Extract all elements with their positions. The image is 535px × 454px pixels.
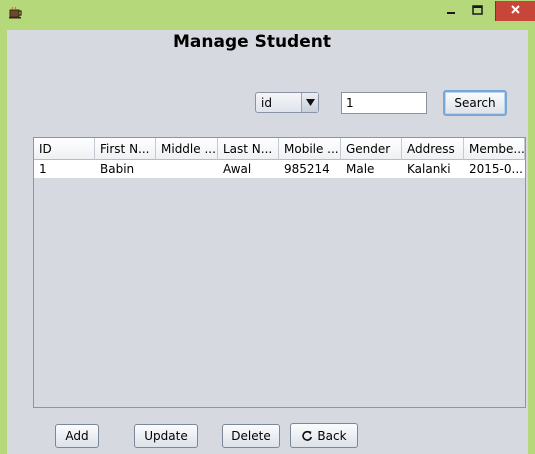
cell-last-name[interactable]: Awal xyxy=(218,160,279,178)
cell-middle-name[interactable] xyxy=(156,160,218,178)
manage-student-panel: Manage Student id Search ID First N... M… xyxy=(7,30,528,454)
column-header-membership[interactable]: Membe... xyxy=(464,138,525,160)
column-header-id[interactable]: ID xyxy=(34,138,95,160)
column-header-mobile[interactable]: Mobile ... xyxy=(279,138,341,160)
column-header-address[interactable]: Address xyxy=(402,138,464,160)
delete-button[interactable]: Delete xyxy=(222,424,280,448)
table-row[interactable]: 1 Babin Awal 985214 Male Kalanki 2015-0.… xyxy=(34,160,525,178)
close-button[interactable] xyxy=(495,1,535,21)
table-header: ID First N... Middle ... Last N... Mobil… xyxy=(34,138,525,160)
students-table[interactable]: ID First N... Middle ... Last N... Mobil… xyxy=(33,137,526,408)
window-title-bar[interactable] xyxy=(0,0,535,30)
chevron-down-icon[interactable] xyxy=(301,93,318,112)
table-body: 1 Babin Awal 985214 Male Kalanki 2015-0.… xyxy=(34,160,525,178)
coffee-cup-icon xyxy=(9,6,23,19)
page-title: Manage Student xyxy=(173,32,331,52)
search-field-select-value: id xyxy=(261,96,272,110)
search-button[interactable]: Search xyxy=(443,90,507,116)
maximize-button[interactable] xyxy=(464,1,490,21)
column-header-middle-name[interactable]: Middle ... xyxy=(156,138,218,160)
close-icon xyxy=(510,4,521,18)
maximize-icon xyxy=(471,4,483,18)
search-input[interactable] xyxy=(341,92,427,114)
back-button[interactable]: Back xyxy=(290,423,358,448)
cell-mobile[interactable]: 985214 xyxy=(279,160,341,178)
window-frame-left xyxy=(0,30,7,454)
column-header-last-name[interactable]: Last N... xyxy=(218,138,279,160)
add-button[interactable]: Add xyxy=(55,424,99,448)
cell-membership[interactable]: 2015-0... xyxy=(464,160,525,178)
back-button-label: Back xyxy=(317,428,347,443)
column-header-gender[interactable]: Gender xyxy=(341,138,402,160)
search-field-select[interactable]: id xyxy=(255,92,319,113)
column-header-first-name[interactable]: First N... xyxy=(95,138,156,160)
cell-id[interactable]: 1 xyxy=(34,160,95,178)
cell-first-name[interactable]: Babin xyxy=(95,160,156,178)
minimize-button[interactable] xyxy=(438,1,464,21)
window-frame-right xyxy=(528,30,535,454)
cell-address[interactable]: Kalanki xyxy=(402,160,464,178)
cell-gender[interactable]: Male xyxy=(341,160,402,178)
minimize-icon xyxy=(446,4,456,18)
refresh-icon xyxy=(301,430,313,442)
update-button[interactable]: Update xyxy=(134,424,198,448)
